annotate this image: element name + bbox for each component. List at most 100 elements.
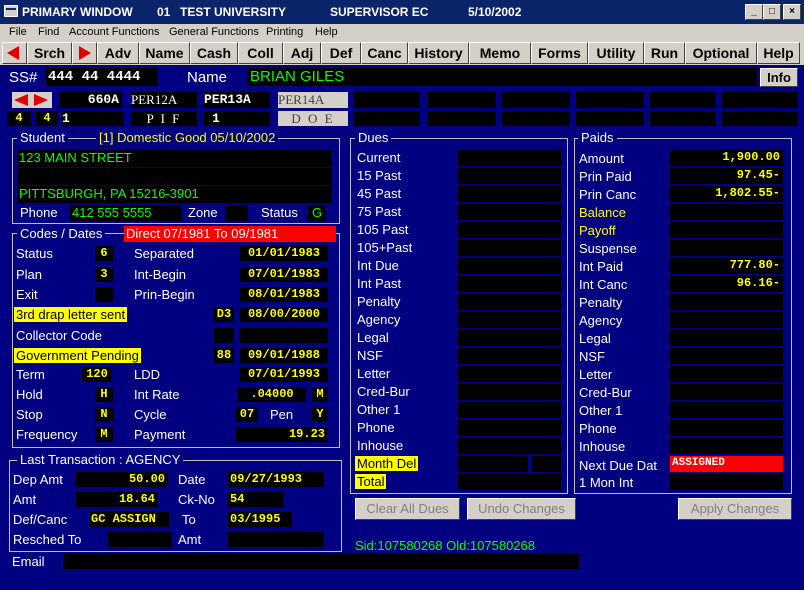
dues-row-input[interactable]	[458, 330, 561, 346]
city-state-zip[interactable]: PITTSBURGH, PA 15216-3901	[17, 186, 332, 203]
address-line-1[interactable]: 123 MAIN STREET	[17, 150, 332, 167]
paids-row-value[interactable]	[670, 294, 783, 310]
toolbar-utility[interactable]: Utility	[588, 42, 644, 64]
def-canc-input[interactable]: GC ASSIGN	[89, 512, 169, 527]
dues-row-input[interactable]	[458, 186, 561, 202]
forward-button[interactable]	[72, 42, 97, 64]
period-value-1[interactable]: 1	[62, 111, 124, 126]
dues-row-input[interactable]	[458, 276, 561, 292]
toolbar-help[interactable]: Help	[757, 42, 800, 64]
period-slot[interactable]	[722, 92, 798, 108]
paids-row-value[interactable]: 1,802.55-	[670, 186, 783, 202]
to-input[interactable]: 03/1995	[228, 512, 292, 527]
paids-row-value[interactable]: 1,900.00	[670, 150, 783, 166]
dues-row-input[interactable]	[458, 204, 561, 220]
period-doe[interactable]: D O E	[278, 111, 348, 126]
plan-input[interactable]: 3	[95, 267, 113, 282]
dues-row-input[interactable]	[458, 294, 561, 310]
paids-row-value[interactable]	[670, 222, 783, 238]
period-slot[interactable]	[650, 111, 716, 126]
paids-row-value[interactable]	[670, 438, 783, 454]
frequency-input[interactable]: M	[95, 427, 113, 442]
menu-account-functions[interactable]: Account Functions	[69, 26, 160, 38]
phone-input[interactable]: 412 555 5555	[70, 205, 182, 221]
apply-changes-button[interactable]: Apply Changes	[678, 498, 792, 520]
dues-row-input[interactable]	[458, 312, 561, 328]
next-due-input[interactable]: ASSIGNED	[670, 456, 783, 472]
ldd-date[interactable]: 07/01/1993	[240, 367, 328, 382]
paids-row-value[interactable]: 96.16-	[670, 276, 783, 292]
undo-changes-button[interactable]: Undo Changes	[467, 498, 576, 520]
dues-row-input[interactable]	[458, 168, 561, 184]
dues-row-input[interactable]	[458, 348, 561, 364]
menu-find[interactable]: Find	[38, 26, 59, 38]
menu-printing[interactable]: Printing	[266, 26, 303, 38]
back-button[interactable]	[2, 42, 27, 64]
period-value-2[interactable]: 1	[204, 111, 270, 126]
dues-row-input[interactable]	[458, 384, 561, 400]
pen-input[interactable]: Y	[312, 407, 328, 422]
paids-row-value[interactable]	[670, 348, 783, 364]
int-rate-input[interactable]: .04000	[238, 387, 306, 402]
drap-date[interactable]: 08/00/2000	[240, 307, 328, 322]
separated-date[interactable]: 01/01/1983	[240, 246, 328, 261]
info-button[interactable]: Info	[760, 68, 798, 87]
payment-input[interactable]: 19.23	[236, 427, 328, 442]
paids-row-value[interactable]	[670, 240, 783, 256]
dues-row-input[interactable]	[458, 438, 561, 454]
toolbar-adj[interactable]: Adj	[283, 42, 321, 64]
paids-row-value[interactable]	[670, 420, 783, 436]
dues-row-input[interactable]	[458, 402, 561, 418]
period-slot[interactable]	[502, 92, 570, 108]
period-pif[interactable]: P I F	[131, 111, 197, 126]
one-mon-int-input[interactable]	[670, 474, 783, 490]
menu-help[interactable]: Help	[315, 26, 338, 38]
paids-row-value[interactable]	[670, 312, 783, 328]
student-status-input[interactable]: G	[308, 205, 326, 221]
period-per14a[interactable]: PER14A	[278, 92, 348, 108]
period-slot[interactable]	[650, 92, 716, 108]
cycle-input[interactable]: 07	[236, 407, 258, 422]
int-rate-code-input[interactable]: M	[312, 387, 328, 402]
period-slot[interactable]	[576, 111, 644, 126]
paids-row-value[interactable]: 777.80-	[670, 258, 783, 274]
period-660a[interactable]: 660A	[60, 92, 122, 108]
toolbar-coll[interactable]: Coll	[238, 42, 283, 64]
government-date[interactable]: 09/01/1988	[240, 348, 328, 363]
tx-date-input[interactable]: 09/27/1993	[228, 472, 324, 487]
paids-row-value[interactable]	[670, 384, 783, 400]
government-code-input[interactable]: 88	[214, 348, 234, 363]
period-slot[interactable]	[428, 92, 496, 108]
period-per12a[interactable]: PER12A	[131, 92, 197, 108]
toolbar-def[interactable]: Def	[321, 42, 361, 64]
paids-row-value[interactable]	[670, 402, 783, 418]
minimize-button[interactable]: _	[745, 4, 763, 20]
collector-date[interactable]	[240, 328, 328, 343]
dues-row-input[interactable]	[458, 258, 561, 274]
toolbar-optional[interactable]: Optional	[685, 42, 757, 64]
dues-row-input[interactable]	[458, 240, 561, 256]
paids-row-value[interactable]	[670, 204, 783, 220]
clear-all-dues-button[interactable]: Clear All Dues	[355, 498, 460, 520]
toolbar-name[interactable]: Name	[139, 42, 190, 64]
toolbar-adv[interactable]: Adv	[97, 42, 139, 64]
toolbar-history[interactable]: History	[408, 42, 469, 64]
dues-row-input[interactable]	[458, 366, 561, 382]
ssn-input[interactable]: 444 44 4444	[46, 68, 158, 86]
period-slot[interactable]	[354, 111, 420, 126]
menu-general-functions[interactable]: General Functions	[169, 26, 259, 38]
maximize-button[interactable]: □	[763, 4, 781, 20]
address-line-2[interactable]	[17, 168, 332, 185]
stop-input[interactable]: N	[95, 407, 113, 422]
int-begin-date[interactable]: 07/01/1983	[240, 267, 328, 282]
ck-no-input[interactable]: 54	[228, 492, 284, 507]
period-slot[interactable]	[354, 92, 420, 108]
collector-code-input[interactable]	[214, 328, 234, 343]
toolbar-forms[interactable]: Forms	[531, 42, 588, 64]
period-slot[interactable]	[576, 92, 644, 108]
paids-row-value[interactable]	[670, 366, 783, 382]
paids-row-value[interactable]	[670, 330, 783, 346]
hold-input[interactable]: H	[95, 387, 113, 402]
dues-row-input[interactable]	[458, 420, 561, 436]
email-input[interactable]	[63, 553, 579, 569]
